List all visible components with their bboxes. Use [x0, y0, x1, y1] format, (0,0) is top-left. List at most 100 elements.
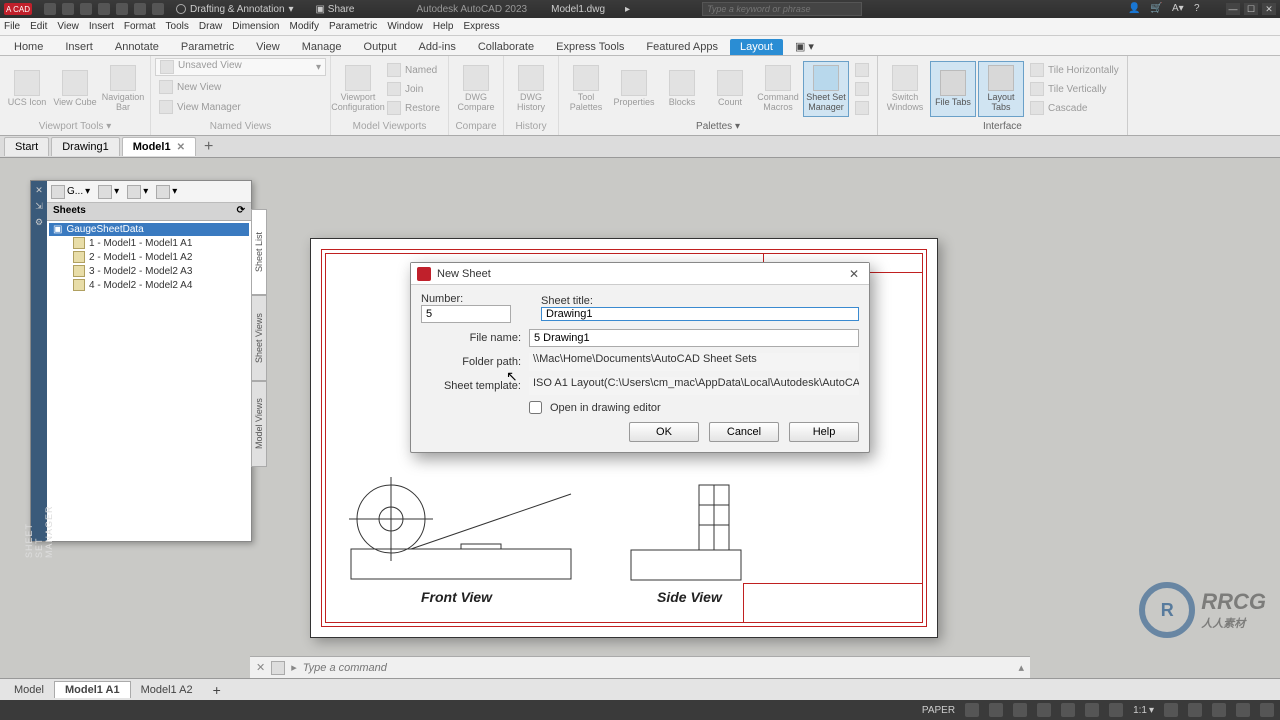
status-icon[interactable] [1260, 703, 1274, 717]
tab-featured[interactable]: Featured Apps [636, 39, 728, 55]
share-button[interactable]: ▣ Share [316, 4, 355, 15]
run-icon[interactable]: ▸ [625, 4, 630, 15]
status-icon[interactable] [1109, 703, 1123, 717]
file-name-input[interactable] [529, 329, 859, 347]
sidetab-sheetlist[interactable]: Sheet List [251, 209, 267, 295]
tab-home[interactable]: Home [4, 39, 53, 55]
dwg-history-button[interactable]: DWG History [508, 61, 554, 117]
palette-handle[interactable]: ✕ ⇲ ⚙ SHEET SET MANAGER [31, 181, 47, 541]
menu-item[interactable]: Dimension [232, 21, 279, 32]
qat-icon[interactable] [62, 3, 74, 15]
tab-express[interactable]: Express Tools [546, 39, 634, 55]
view-manager-button[interactable]: View Manager [155, 98, 326, 116]
viewport-config-button[interactable]: Viewport Configuration [335, 61, 381, 117]
qat-icon[interactable] [98, 3, 110, 15]
close-icon[interactable]: ✕ [177, 142, 185, 153]
status-icon[interactable] [1236, 703, 1250, 717]
sheet-item[interactable]: 4 - Model2 - Model2 A4 [49, 278, 249, 292]
menu-item[interactable]: Tools [166, 21, 189, 32]
tab-annotate[interactable]: Annotate [105, 39, 169, 55]
palette-small-button[interactable] [851, 61, 873, 79]
dialog-close-button[interactable]: ✕ [845, 266, 863, 282]
quick-access-toolbar[interactable] [44, 3, 164, 15]
layout-tab-a1[interactable]: Model1 A1 [54, 681, 131, 698]
sheet-tree[interactable]: ▣GaugeSheetData 1 - Model1 - Model1 A1 2… [47, 221, 251, 541]
qat-icon[interactable] [80, 3, 92, 15]
blocks-button[interactable]: Blocks [659, 61, 705, 117]
menu-item[interactable]: Format [124, 21, 156, 32]
apps-icon[interactable]: A▾ [1172, 3, 1184, 15]
tab-addins[interactable]: Add-ins [409, 39, 466, 55]
filetab-drawing1[interactable]: Drawing1 [51, 137, 119, 156]
qat-icon[interactable] [44, 3, 56, 15]
status-icon[interactable] [1013, 703, 1027, 717]
tab-view[interactable]: View [246, 39, 290, 55]
filetab-model1[interactable]: Model1✕ [122, 137, 196, 156]
layout-tab-model[interactable]: Model [4, 682, 54, 698]
palette-small-button[interactable] [851, 99, 873, 117]
status-icon[interactable] [1188, 703, 1202, 717]
tab-output[interactable]: Output [354, 39, 407, 55]
navbar-button[interactable]: Navigation Bar [100, 61, 146, 117]
menu-item[interactable]: File [4, 21, 20, 32]
add-tab-button[interactable]: + [204, 138, 213, 156]
paper-toggle[interactable]: PAPER [922, 705, 955, 716]
close-icon[interactable]: ✕ [256, 661, 265, 674]
tab-parametric[interactable]: Parametric [171, 39, 244, 55]
number-input[interactable] [421, 305, 511, 323]
refresh-icon[interactable]: ⟳ [237, 205, 245, 218]
signin-icon[interactable]: 👤 [1128, 3, 1140, 15]
join-button[interactable]: Join [383, 80, 444, 98]
unsaved-view-dropdown[interactable]: Unsaved View▾ [155, 58, 326, 76]
sheetset-manager-button[interactable]: Sheet Set Manager [803, 61, 849, 117]
sidetab-modelviews[interactable]: Model Views [251, 381, 267, 467]
dwg-compare-button[interactable]: DWG Compare [453, 61, 499, 117]
qat-icon[interactable] [134, 3, 146, 15]
menu-item[interactable]: Help [433, 21, 454, 32]
status-icon[interactable] [1061, 703, 1075, 717]
palette-small-button[interactable] [851, 80, 873, 98]
sheet-item[interactable]: 1 - Model1 - Model1 A1 [49, 236, 249, 250]
search-input[interactable] [702, 2, 862, 16]
properties-button[interactable]: Properties [611, 61, 657, 117]
help-icon[interactable]: ? [1194, 3, 1206, 15]
options-icon[interactable]: ⚙ [34, 217, 44, 227]
tile-v-button[interactable]: Tile Vertically [1026, 80, 1123, 98]
restore-button[interactable]: Restore [383, 99, 444, 117]
menu-item[interactable]: View [57, 21, 79, 32]
sheet-title-input[interactable] [541, 307, 859, 321]
expand-icon[interactable]: ▴ [1018, 661, 1024, 674]
viewcube-button[interactable]: View Cube [52, 61, 98, 117]
layout-tab-a2[interactable]: Model1 A2 [131, 682, 203, 698]
ssm-tool1[interactable]: ▾ [98, 185, 119, 199]
scale-dropdown[interactable]: 1:1 ▾ [1133, 705, 1154, 716]
ucs-icon-button[interactable]: UCS Icon [4, 61, 50, 117]
close-icon[interactable]: ✕ [34, 185, 44, 195]
tab-insert[interactable]: Insert [55, 39, 103, 55]
sidetab-sheetviews[interactable]: Sheet Views [251, 295, 267, 381]
ssm-tool2[interactable]: ▾ [127, 185, 148, 199]
dialog-titlebar[interactable]: New Sheet ✕ [411, 263, 869, 285]
status-icon[interactable] [1164, 703, 1178, 717]
tool-palettes-button[interactable]: Tool Palettes [563, 61, 609, 117]
workspace-dropdown[interactable]: Drafting & Annotation ▾ [176, 4, 294, 15]
maximize-button[interactable]: ☐ [1244, 3, 1258, 15]
menu-item[interactable]: Insert [89, 21, 114, 32]
file-tabs-button[interactable]: File Tabs [930, 61, 976, 117]
command-input[interactable] [303, 662, 1013, 674]
tile-h-button[interactable]: Tile Horizontally [1026, 61, 1123, 79]
menu-item[interactable]: Modify [290, 21, 319, 32]
tab-manage[interactable]: Manage [292, 39, 352, 55]
new-view-button[interactable]: New View [155, 78, 326, 96]
tab-layout[interactable]: Layout [730, 39, 783, 55]
help-button[interactable]: Help [789, 422, 859, 442]
open-in-editor-checkbox[interactable] [529, 401, 542, 414]
cmd-macros-button[interactable]: Command Macros [755, 61, 801, 117]
tab-extra[interactable]: ▣ ▾ [785, 38, 824, 55]
ssm-tool3[interactable]: ▾ [156, 185, 177, 199]
menu-item[interactable]: Express [463, 21, 499, 32]
status-icon[interactable] [1037, 703, 1051, 717]
sheet-item[interactable]: 2 - Model1 - Model1 A2 [49, 250, 249, 264]
minimize-button[interactable]: — [1226, 3, 1240, 15]
menu-item[interactable]: Edit [30, 21, 47, 32]
